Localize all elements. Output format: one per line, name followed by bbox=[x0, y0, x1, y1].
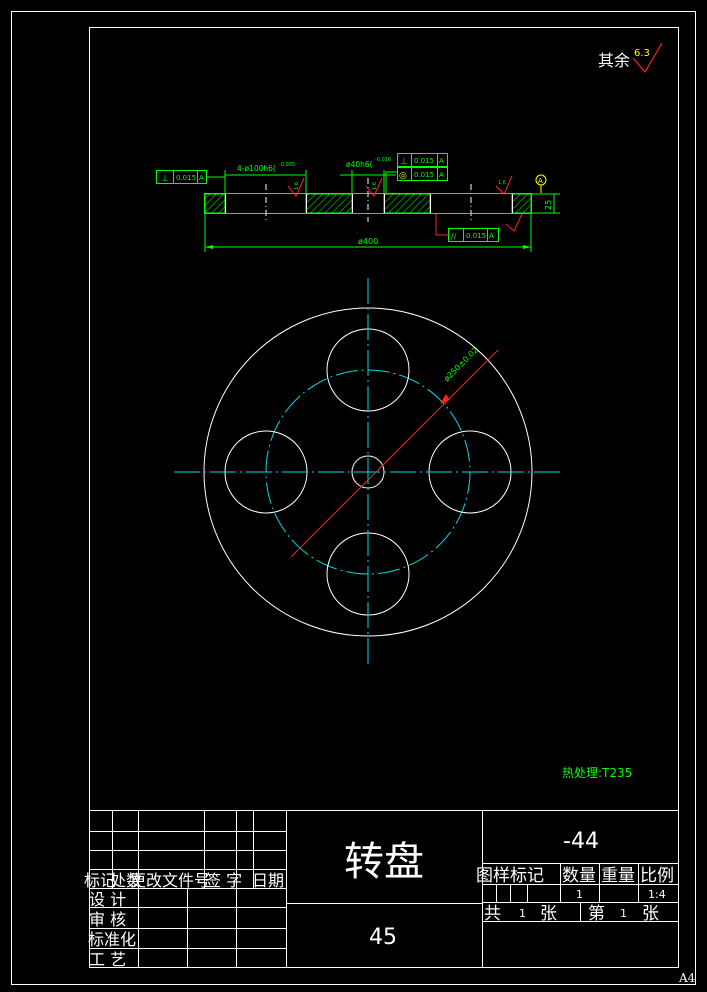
sheet-number-label: 第 bbox=[588, 904, 605, 924]
fcf-top1-value: 0.015 bbox=[414, 157, 434, 165]
fcf-left-symbol: ⊥ bbox=[161, 174, 169, 184]
inner-frame bbox=[89, 27, 679, 968]
surface-value: 6.3 bbox=[634, 48, 650, 59]
fcf-left-value: 0.015 bbox=[176, 174, 196, 182]
part-name: 转盘 bbox=[344, 839, 424, 885]
dim-center-tolerance: -0.016 bbox=[375, 157, 391, 163]
title-block: 标记 处数 更改文件号 签 字 日期 设 计 审 核 标准化 工 艺 转盘 45… bbox=[84, 810, 678, 969]
rev-header-date: 日期 bbox=[252, 871, 284, 890]
stage-header: 图样标记 bbox=[476, 866, 544, 886]
plan-view: ø250±0.02 bbox=[174, 278, 562, 664]
fcf-left-datum: A bbox=[199, 174, 204, 182]
role-standardization: 标准化 bbox=[88, 930, 136, 949]
rough-a: 1.6 bbox=[294, 182, 300, 190]
sheet-size-tag: A4 bbox=[678, 971, 696, 985]
fcf-top2-value: 0.015 bbox=[414, 171, 434, 179]
section-view: ø400 25 4-ø100h6( -0.035 ø40h6( -0.016 ⊥… bbox=[156, 153, 560, 252]
pcd-dimension: ø250±0.02 bbox=[442, 345, 480, 383]
rev-header-change-doc: 更改文件号 bbox=[130, 871, 210, 890]
fcf-top2-datum: A bbox=[439, 171, 444, 179]
fcf-top1-symbol: ⊥ bbox=[400, 157, 408, 167]
datum-a-marker: A bbox=[535, 174, 547, 193]
total-sheets-value: 1 bbox=[519, 907, 526, 920]
dim-thickness: 25 bbox=[544, 200, 553, 210]
fcf-parallelism-bottom: // 0.015 A bbox=[435, 214, 499, 242]
quantity-header: 数量 bbox=[562, 866, 596, 886]
dim-outer-diameter: ø400 bbox=[358, 237, 378, 246]
material: 45 bbox=[369, 925, 397, 950]
datum-letter: A bbox=[538, 177, 543, 185]
rev-header-signature: 签 字 bbox=[205, 871, 242, 890]
scale-header: 比例 bbox=[640, 866, 674, 886]
fcf-bottom-datum: A bbox=[489, 232, 494, 240]
fcf-top2-symbol: ◎ bbox=[399, 171, 407, 181]
total-sheets-unit: 张 bbox=[540, 904, 557, 924]
fcf-perpendicularity-left: ⊥ 0.015 A bbox=[156, 170, 225, 184]
fcf-top-stack: ⊥ 0.015 A ◎ 0.015 A bbox=[385, 153, 448, 193]
dim-hole-pattern: 4-ø100h6( bbox=[237, 164, 276, 173]
role-process: 工 艺 bbox=[89, 950, 126, 969]
hatch-region-4 bbox=[511, 193, 532, 214]
total-sheets-label: 共 bbox=[484, 904, 501, 924]
fcf-top1-datum: A bbox=[439, 157, 444, 165]
surface-note-label: 其余 bbox=[598, 51, 630, 70]
dim-center-hole: ø40h6( bbox=[346, 160, 373, 169]
drawing-number: -44 bbox=[563, 829, 599, 854]
fcf-bottom-value: 0.015 bbox=[466, 232, 486, 240]
hatch-region-3 bbox=[383, 193, 431, 214]
scale-value: 1:4 bbox=[648, 888, 666, 901]
role-design: 设 计 bbox=[89, 890, 126, 909]
sheet-number-unit: 张 bbox=[642, 904, 659, 924]
cad-drawing-sheet: 其余 6.3 ø400 25 4-ø100h6(-0.035 ø40h6(-… bbox=[11, 11, 696, 985]
rough-c: 1.6 bbox=[498, 180, 506, 186]
fcf-bottom-symbol: // bbox=[451, 232, 457, 241]
quantity-value: 1 bbox=[576, 888, 583, 901]
hatch-region-1 bbox=[204, 193, 226, 214]
dim-hole-tolerance: -0.035 bbox=[279, 162, 295, 168]
rough-b: 1.6 bbox=[372, 182, 378, 190]
role-review: 审 核 bbox=[89, 910, 126, 929]
weight-header: 重量 bbox=[601, 866, 635, 886]
heat-treatment-note: 热处理:T235 bbox=[562, 766, 632, 780]
hatch-region-2 bbox=[305, 193, 353, 214]
sheet-number-value: 1 bbox=[620, 907, 627, 920]
surface-finish-note: 其余 6.3 bbox=[598, 42, 663, 74]
